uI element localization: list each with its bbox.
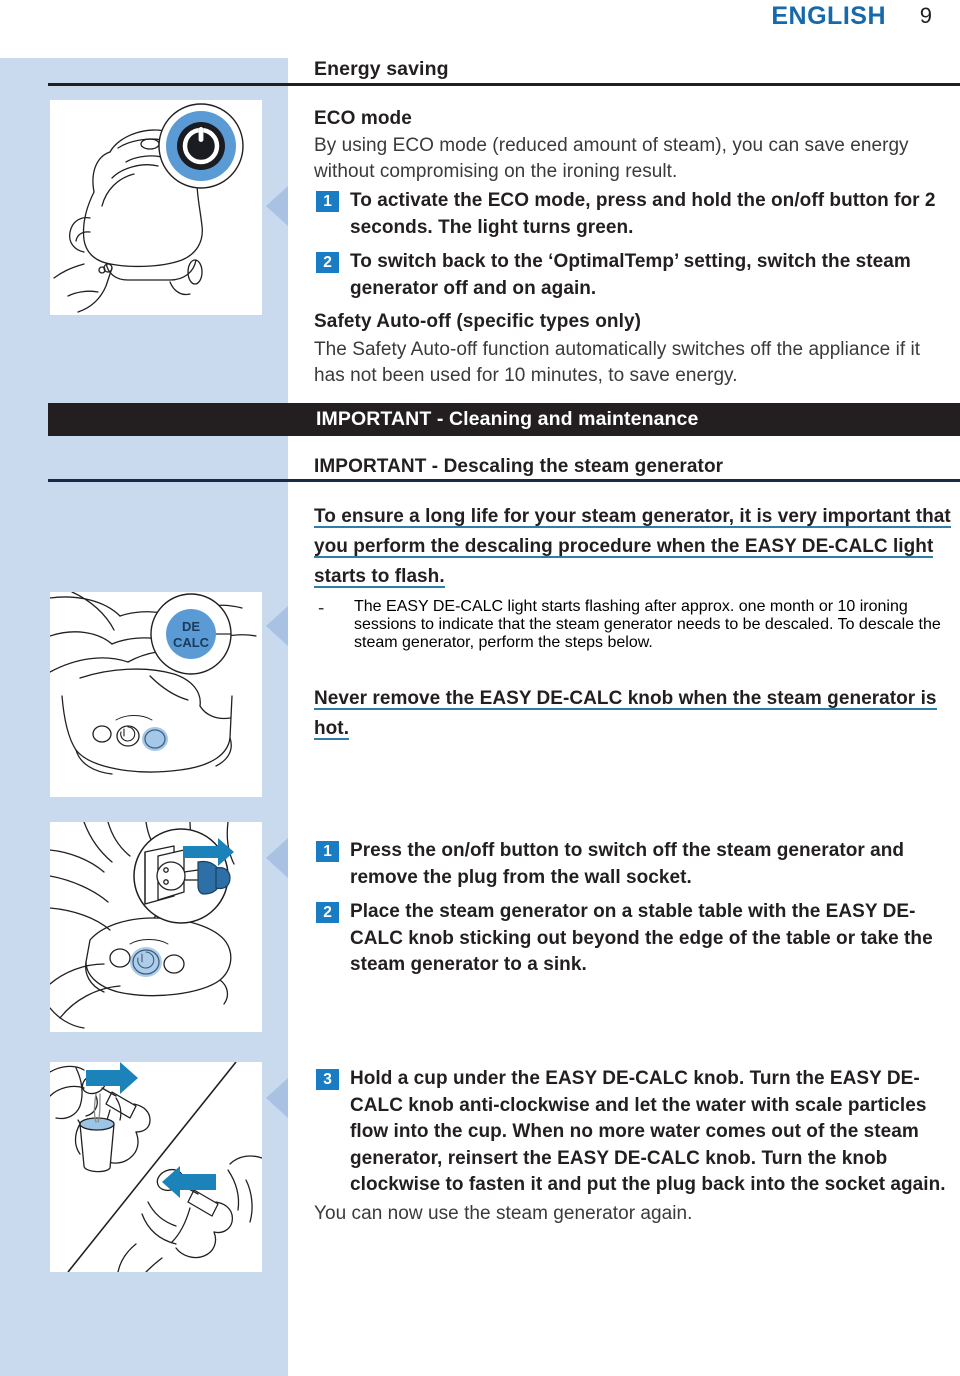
important-banner-label: IMPORTANT - Cleaning and maintenance <box>316 408 699 430</box>
svg-text:CALC: CALC <box>173 635 210 650</box>
descaling-closing-text: You can now use the steam generator agai… <box>314 1202 693 1224</box>
step-number-badge: 1 <box>316 191 339 212</box>
pointer-arrow-2 <box>266 606 288 646</box>
step-item: 2 To switch back to the ‘OptimalTemp’ se… <box>314 249 960 302</box>
step-text: To switch back to the ‘OptimalTemp’ sett… <box>350 251 911 299</box>
step-number-badge: 2 <box>316 252 339 273</box>
step-text: Press the on/off button to switch off th… <box>350 840 905 888</box>
language-label: ENGLISH <box>771 2 886 30</box>
paragraph-eco-mode: By using ECO mode (reduced amount of ste… <box>314 135 909 182</box>
important-banner: IMPORTANT - Cleaning and maintenance <box>48 403 960 436</box>
section-divider-top <box>48 83 960 86</box>
illustration-steam-generator-power-button <box>50 100 262 315</box>
section-divider-descaling <box>48 479 960 482</box>
descaling-steps-a: 1 Press the on/off button to switch off … <box>314 838 960 981</box>
descaling-highlight: To ensure a long life for your steam gen… <box>314 502 960 592</box>
descaling-closing: You can now use the steam generator agai… <box>314 1201 960 1228</box>
descaling-bullet-text: The EASY DE-CALC light starts flashing a… <box>354 598 941 651</box>
page-header: ENGLISH 9 <box>0 0 960 58</box>
svg-text:DE: DE <box>182 619 200 634</box>
step-item: 3 Hold a cup under the EASY DE-CALC knob… <box>314 1066 960 1199</box>
descaling-highlight-text: To ensure a long life for your steam gen… <box>314 506 951 587</box>
descaling-steps-b: 3 Hold a cup under the EASY DE-CALC knob… <box>314 1066 960 1227</box>
illustration-unplug-wall-socket <box>50 822 262 1032</box>
heading-eco-mode: ECO mode <box>314 108 412 129</box>
step-item: 1 Press the on/off button to switch off … <box>314 838 960 891</box>
step-text: Hold a cup under the EASY DE-CALC knob. … <box>350 1068 946 1195</box>
de-calc-callout: DE CALC <box>150 593 232 675</box>
dash-bullet-mark: - <box>318 598 325 619</box>
step-item: 1 To activate the ECO mode, press and ho… <box>314 188 960 241</box>
heading-safety-auto-off: Safety Auto-off (specific types only) <box>314 311 642 332</box>
heading-descaling: IMPORTANT - Descaling the steam generato… <box>314 456 724 477</box>
step-text: To activate the ECO mode, press and hold… <box>350 190 936 238</box>
descaling-warning-text: Never remove the EASY DE-CALC knob when … <box>314 688 937 739</box>
descaling-bullet: - The EASY DE-CALC light starts flashing… <box>314 598 954 652</box>
power-button-callout <box>158 103 244 189</box>
paragraph-safety-auto-off: The Safety Auto-off function automatical… <box>314 339 921 386</box>
step-text: Place the steam generator on a stable ta… <box>350 901 933 975</box>
descaling-warning: Never remove the EASY DE-CALC knob when … <box>314 684 960 744</box>
step-number-badge: 2 <box>316 902 339 923</box>
eco-steps: 1 To activate the ECO mode, press and ho… <box>314 188 960 304</box>
page-number: 9 <box>919 3 932 28</box>
step-item: 2 Place the steam generator on a stable … <box>314 899 960 979</box>
step-number-badge: 1 <box>316 841 339 862</box>
page-title: Energy saving <box>314 58 449 80</box>
manual-page: ENGLISH 9 DE CALC IMPORTANT - Cleaning a… <box>0 0 960 1376</box>
pointer-arrow-1 <box>266 186 288 226</box>
pointer-arrow-3 <box>266 838 288 878</box>
illustration-drain-into-cup <box>50 1062 262 1272</box>
step-number-badge: 3 <box>316 1069 339 1090</box>
illustration-de-calc-knob: DE CALC <box>50 592 262 797</box>
pointer-arrow-4 <box>266 1078 288 1118</box>
